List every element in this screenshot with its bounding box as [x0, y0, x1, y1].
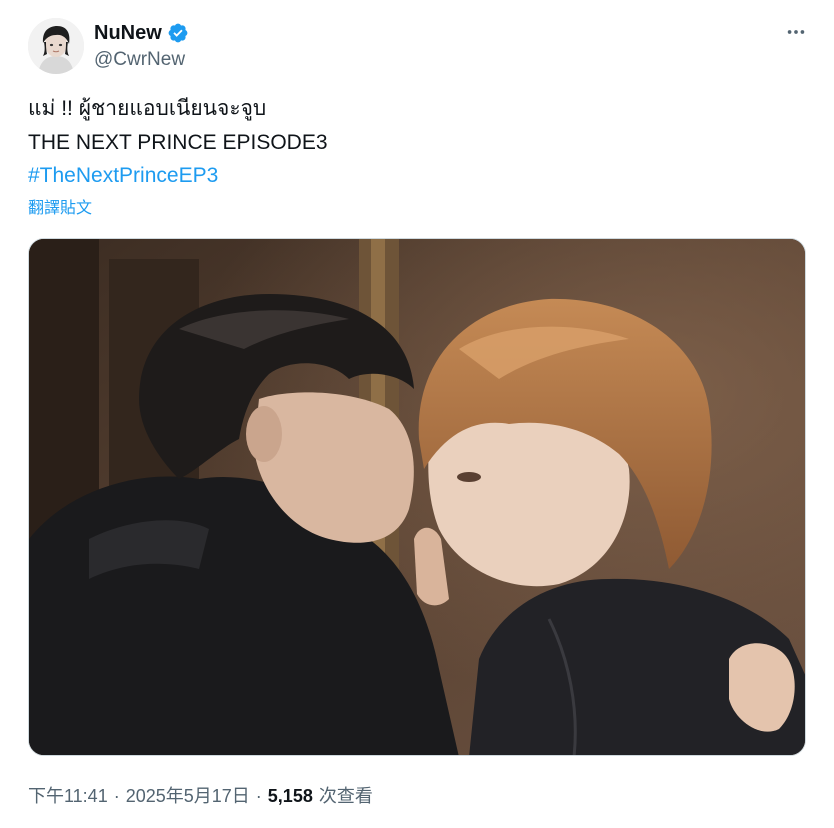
meta-separator: · — [255, 786, 262, 806]
views-count: 5,158 — [267, 786, 313, 806]
tweet-header: NuNew @CwrNew — [28, 18, 814, 78]
meta-separator: · — [113, 786, 120, 806]
tweet-date[interactable]: 2025年5月17日 — [126, 784, 250, 808]
verified-badge-icon — [167, 22, 189, 44]
tweet: NuNew @CwrNew แม่ !! ผู้ชายแอบเนียนจะจูบ… — [0, 0, 834, 828]
tweet-time[interactable]: 下午11:41 — [28, 784, 108, 808]
tweet-text-line-1: แม่ !! ผู้ชายแอบเนียนจะจูบ — [28, 97, 267, 120]
display-name[interactable]: NuNew — [94, 22, 162, 45]
more-button[interactable] — [778, 20, 814, 48]
handle[interactable]: @CwrNew — [94, 49, 185, 71]
tweet-meta: 下午11:41 · 2025年5月17日 · 5,158 次查看 — [28, 784, 373, 808]
views-label: 次查看 — [318, 786, 373, 806]
tweet-photo[interactable] — [28, 238, 806, 756]
avatar[interactable] — [28, 18, 84, 74]
name-row: NuNew — [94, 20, 189, 46]
hashtag-link[interactable]: #TheNextPrinceEP3 — [28, 162, 218, 190]
tweet-text-line-2: THE NEXT PRINCE EPISODE3 — [28, 131, 328, 154]
more-horizontal-icon — [785, 21, 807, 48]
translate-post-link[interactable]: 翻譯貼文 — [28, 198, 92, 220]
